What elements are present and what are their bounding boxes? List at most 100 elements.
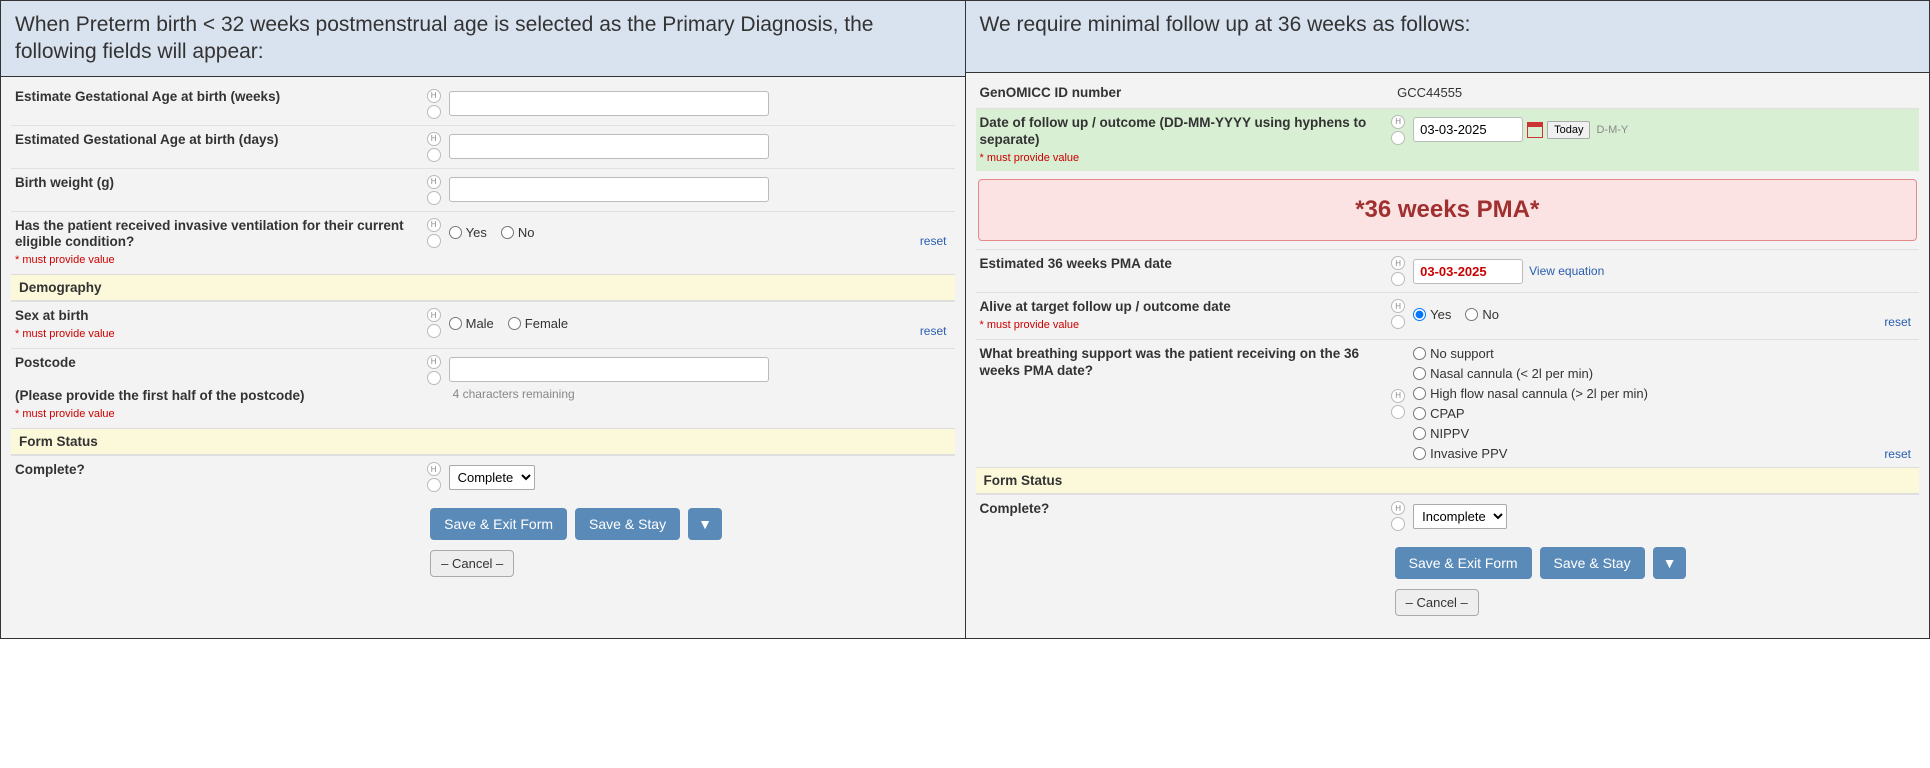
complete-select-right[interactable]: Incomplete — [1413, 504, 1507, 529]
section-form-status: Form Status — [11, 428, 955, 455]
field-icons: H — [427, 132, 441, 162]
label-complete-right: Complete? — [980, 501, 1392, 518]
reset-link[interactable]: reset — [920, 324, 947, 338]
sex-female[interactable]: Female — [508, 316, 568, 331]
field-icons: H — [427, 218, 441, 248]
reset-link[interactable]: reset — [1884, 447, 1911, 461]
comment-icon[interactable] — [427, 324, 441, 338]
invvent-yes[interactable]: Yes — [449, 225, 487, 240]
label-followup: Date of follow up / outcome (DD-MM-YYYY … — [980, 115, 1392, 166]
cancel-button[interactable]: – Cancel – — [430, 550, 514, 577]
label-ega-days: Estimated Gestational Age at birth (days… — [15, 132, 427, 149]
comment-icon[interactable] — [1391, 517, 1405, 531]
history-icon[interactable]: H — [427, 218, 441, 232]
followup-date-input[interactable] — [1413, 117, 1523, 142]
breathing-high-flow[interactable]: High flow nasal cannula (> 2l per min) — [1413, 386, 1648, 401]
history-icon[interactable]: H — [427, 308, 441, 322]
history-icon[interactable]: H — [1391, 299, 1405, 313]
right-form: GenOMICC ID number GCC44555 Date of foll… — [966, 73, 1930, 638]
view-equation-link[interactable]: View equation — [1529, 264, 1604, 278]
birthweight-input[interactable] — [449, 177, 769, 202]
reset-link[interactable]: reset — [920, 234, 947, 248]
comment-icon[interactable] — [427, 371, 441, 385]
label-est-36: Estimated 36 weeks PMA date — [980, 256, 1392, 273]
save-exit-button[interactable]: Save & Exit Form — [430, 508, 567, 540]
history-icon[interactable]: H — [1391, 389, 1405, 403]
save-exit-button[interactable]: Save & Exit Form — [1395, 547, 1532, 579]
breathing-no-support[interactable]: No support — [1413, 346, 1648, 361]
history-icon[interactable]: H — [1391, 501, 1405, 515]
complete-select[interactable]: Complete — [449, 465, 535, 490]
comment-icon[interactable] — [1391, 315, 1405, 329]
row-complete-left: Complete? H Complete — [11, 455, 955, 498]
field-icons: H — [1391, 299, 1405, 329]
two-column-container: When Preterm birth < 32 weeks postmenstr… — [0, 0, 1930, 639]
label-sex: Sex at birth * must provide value — [15, 308, 427, 342]
comment-icon[interactable] — [427, 105, 441, 119]
row-complete-right: Complete? H Incomplete — [976, 494, 1920, 537]
right-header: We require minimal follow up at 36 weeks… — [966, 1, 1930, 73]
left-column: When Preterm birth < 32 weeks postmenstr… — [1, 1, 966, 638]
section-form-status-right: Form Status — [976, 467, 1920, 494]
breathing-invasive-ppv[interactable]: Invasive PPV — [1413, 446, 1648, 461]
save-dropdown-button[interactable]: ▼ — [688, 508, 722, 540]
label-birthweight: Birth weight (g) — [15, 175, 427, 192]
breathing-cpap[interactable]: CPAP — [1413, 406, 1648, 421]
comment-icon[interactable] — [1391, 405, 1405, 419]
row-sex: Sex at birth * must provide value H Male… — [11, 301, 955, 348]
history-icon[interactable]: H — [427, 355, 441, 369]
calendar-icon[interactable] — [1527, 122, 1543, 138]
history-icon[interactable]: H — [427, 175, 441, 189]
history-icon[interactable]: H — [427, 132, 441, 146]
ega-days-input[interactable] — [449, 134, 769, 159]
label-invvent-text: Has the patient received invasive ventil… — [15, 218, 404, 250]
row-est-36: Estimated 36 weeks PMA date H View equat… — [976, 249, 1920, 292]
reset-link[interactable]: reset — [1884, 315, 1911, 329]
ega-weeks-input[interactable] — [449, 91, 769, 116]
sex-male[interactable]: Male — [449, 316, 494, 331]
alive-radios: Yes No — [1413, 307, 1499, 322]
must-provide: * must provide value — [15, 254, 419, 268]
button-row-right: Save & Exit Form Save & Stay ▼ — [1391, 537, 1919, 585]
invvent-no[interactable]: No — [501, 225, 535, 240]
history-icon[interactable]: H — [427, 462, 441, 476]
save-stay-button[interactable]: Save & Stay — [1540, 547, 1645, 579]
alive-no[interactable]: No — [1465, 307, 1499, 322]
alive-yes[interactable]: Yes — [1413, 307, 1451, 322]
button-row: Save & Exit Form Save & Stay ▼ — [426, 498, 954, 546]
section-demography: Demography — [11, 274, 955, 301]
label-invvent: Has the patient received invasive ventil… — [15, 218, 427, 269]
row-birthweight: Birth weight (g) H — [11, 168, 955, 211]
history-icon[interactable]: H — [1391, 256, 1405, 270]
field-icons: H — [1391, 256, 1405, 286]
breathing-nasal-cannula[interactable]: Nasal cannula (< 2l per min) — [1413, 366, 1648, 381]
comment-icon[interactable] — [427, 234, 441, 248]
field-icons: H — [1391, 389, 1405, 419]
postcode-input[interactable] — [449, 357, 769, 382]
row-ega-days: Estimated Gestational Age at birth (days… — [11, 125, 955, 168]
today-button[interactable]: Today — [1547, 121, 1590, 139]
row-postcode: Postcode (Please provide the first half … — [11, 348, 955, 428]
save-stay-button[interactable]: Save & Stay — [575, 508, 680, 540]
label-complete: Complete? — [15, 462, 427, 479]
row-alive: Alive at target follow up / outcome date… — [976, 292, 1920, 339]
label-alive-text: Alive at target follow up / outcome date — [980, 299, 1231, 314]
est-36-input[interactable] — [1413, 259, 1523, 284]
comment-icon[interactable] — [1391, 131, 1405, 145]
must-provide: * must provide value — [15, 408, 419, 422]
comment-icon[interactable] — [427, 148, 441, 162]
history-icon[interactable]: H — [1391, 115, 1405, 129]
history-icon[interactable]: H — [427, 89, 441, 103]
field-icons: H — [1391, 501, 1405, 531]
cancel-button[interactable]: – Cancel – — [1395, 589, 1479, 616]
comment-icon[interactable] — [1391, 272, 1405, 286]
breathing-nippv[interactable]: NIPPV — [1413, 426, 1648, 441]
dmy-hint: D-M-Y — [1596, 124, 1628, 136]
save-dropdown-button[interactable]: ▼ — [1653, 547, 1687, 579]
postcode-hint: 4 characters remaining — [453, 387, 575, 401]
comment-icon[interactable] — [427, 191, 441, 205]
right-column: We require minimal follow up at 36 weeks… — [966, 1, 1930, 638]
comment-icon[interactable] — [427, 478, 441, 492]
label-alive: Alive at target follow up / outcome date… — [980, 299, 1392, 333]
breathing-radios: No support Nasal cannula (< 2l per min) … — [1413, 346, 1648, 461]
